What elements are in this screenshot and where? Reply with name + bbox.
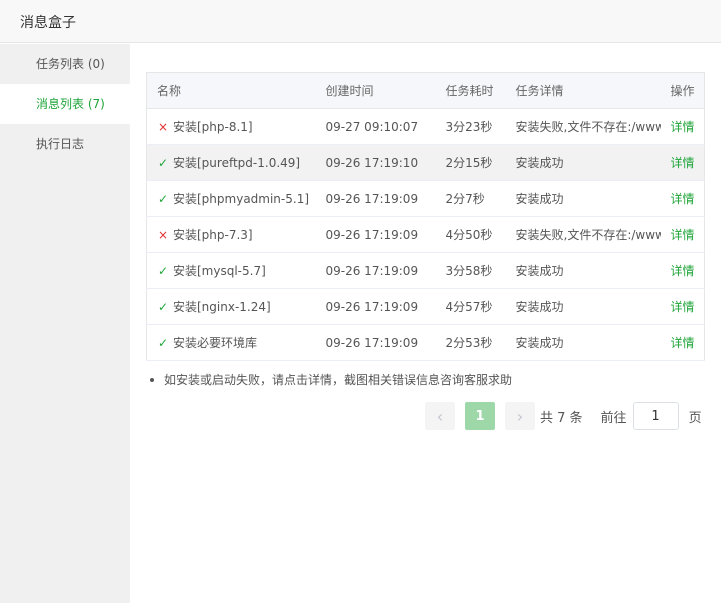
created-time: 09-26 17:19:09 [315,324,436,361]
detail-link[interactable]: 详情 [671,156,695,170]
bullet-dot-icon [150,377,154,382]
task-name: 安装[mysql-5.7] [173,264,266,278]
task-detail: 安装成功 [505,180,661,217]
goto-label: 前往 [600,410,627,426]
table-row: ✓ 安装[nginx-1.24] 09-26 17:19:09 4分57秒 安装成… [146,288,705,325]
table-row: × 安装[php-7.3] 09-26 17:19:09 4分50秒 安装失败,文… [146,216,705,253]
duration: 2分53秒 [435,324,506,361]
task-name: 安装[phpmyadmin-5.1] [173,192,310,206]
task-detail: 安装成功 [505,144,661,181]
detail-link[interactable]: 详情 [671,120,695,134]
created-time: 09-27 09:10:07 [315,108,436,145]
goto-page-input[interactable] [632,402,679,430]
success-check-icon: ✓ [157,263,169,278]
fail-x-icon: × [157,227,169,242]
column-header-detail: 任务详情 [505,72,661,109]
created-time: 09-26 17:19:09 [315,180,436,217]
next-page-button[interactable]: › [505,402,535,430]
created-time: 09-26 17:19:09 [315,288,436,325]
detail-link[interactable]: 详情 [671,264,695,278]
sidebar-item-message-list[interactable]: 消息列表 (7) [0,84,130,124]
column-header-action: 操作 [660,72,705,109]
success-check-icon: ✓ [157,299,169,314]
duration: 2分7秒 [435,180,506,217]
task-name: 安装[pureftpd-1.0.49] [173,156,301,170]
detail-link[interactable]: 详情 [671,300,695,314]
table-row: × 安装[php-8.1] 09-27 09:10:07 3分23秒 安装失败,文… [146,108,705,145]
fail-x-icon: × [157,119,169,134]
success-check-icon: ✓ [157,155,169,170]
window-title: 消息盒子 [20,15,76,31]
help-tip-text: 如安装或启动失败，请点击详情，截图相关错误信息咨询客服求助 [164,373,513,387]
table-header-row: 名称 创建时间 任务耗时 任务详情 操作 [146,72,705,109]
message-table: 名称 创建时间 任务耗时 任务详情 操作 × 安装[php-8.1] 09-27 … [146,72,705,361]
created-time: 09-26 17:19:09 [315,252,436,289]
detail-link[interactable]: 详情 [671,192,695,206]
detail-link[interactable]: 详情 [671,336,695,350]
duration: 3分23秒 [435,108,506,145]
task-detail: 安装失败,文件不存在:/www [505,216,661,253]
sidebar: 任务列表 (0) 消息列表 (7) 执行日志 [0,44,130,603]
task-name: 安装必要环境库 [173,336,258,350]
window-titlebar: 消息盒子 [0,0,721,43]
task-detail: 安装失败,文件不存在:/www [505,108,661,145]
column-header-name: 名称 [146,72,316,109]
main-panel: 名称 创建时间 任务耗时 任务详情 操作 × 安装[php-8.1] 09-27 … [130,44,721,603]
task-detail: 安装成功 [505,252,661,289]
table-row: ✓ 安装必要环境库 09-26 17:19:09 2分53秒 安装成功 详情 [146,324,705,361]
success-check-icon: ✓ [157,191,169,206]
pagination: ‹ 1 › 共 7 条 前往 页 [425,402,702,430]
prev-page-button[interactable]: ‹ [425,402,455,430]
table-row: ✓ 安装[mysql-5.7] 09-26 17:19:09 3分58秒 安装成功… [146,252,705,289]
total-count: 共 7 条 [540,410,583,426]
column-header-created: 创建时间 [315,72,436,109]
table-row: ✓ 安装[phpmyadmin-5.1] 09-26 17:19:09 2分7秒 … [146,180,705,217]
task-detail: 安装成功 [505,288,661,325]
column-header-duration: 任务耗时 [435,72,506,109]
created-time: 09-26 17:19:09 [315,216,436,253]
detail-link[interactable]: 详情 [671,228,695,242]
sidebar-item-task-list[interactable]: 任务列表 (0) [0,44,130,84]
success-check-icon: ✓ [157,335,169,350]
help-tip: 如安装或启动失败，请点击详情，截图相关错误信息咨询客服求助 [150,371,512,388]
task-name: 安装[php-7.3] [173,228,253,242]
page-suffix: 页 [688,410,702,426]
task-name: 安装[nginx-1.24] [173,300,271,314]
duration: 4分57秒 [435,288,506,325]
task-detail: 安装成功 [505,324,661,361]
created-time: 09-26 17:19:10 [315,144,436,181]
task-name: 安装[php-8.1] [173,120,253,134]
duration: 4分50秒 [435,216,506,253]
sidebar-item-execution-log[interactable]: 执行日志 [0,124,130,164]
duration: 2分15秒 [435,144,506,181]
table-row: ✓ 安装[pureftpd-1.0.49] 09-26 17:19:10 2分15… [146,144,705,181]
page-number-current[interactable]: 1 [465,402,495,430]
duration: 3分58秒 [435,252,506,289]
